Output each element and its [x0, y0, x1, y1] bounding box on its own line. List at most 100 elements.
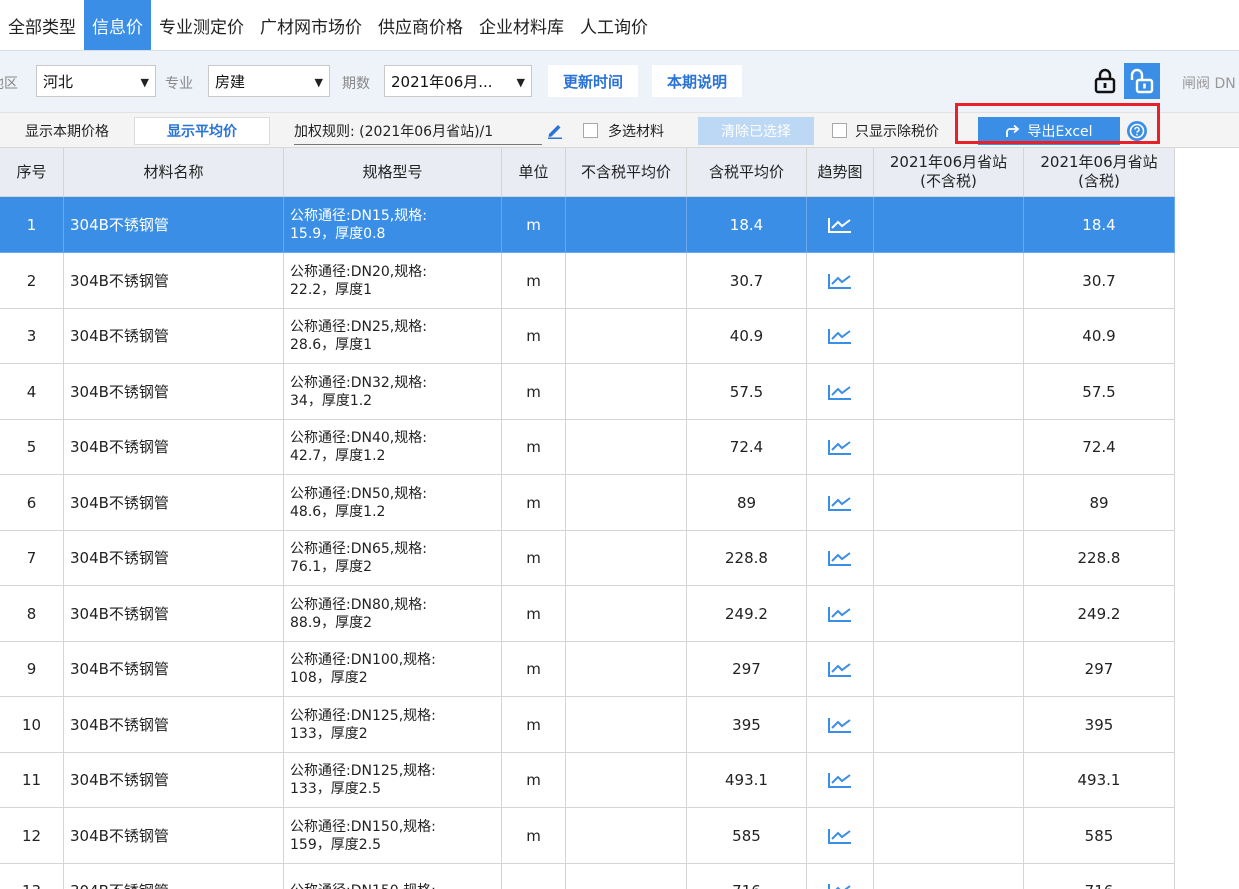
row-trend[interactable]	[807, 863, 874, 889]
row-index: 7	[0, 530, 64, 586]
row-trend[interactable]	[807, 253, 874, 309]
row-spec: 公称通径:DN15,规格: 15.9，厚度0.8	[284, 197, 502, 253]
row-province-ex-tax	[874, 586, 1024, 642]
trend-chart-icon	[828, 717, 851, 733]
row-province-tax: 228.8	[1024, 530, 1175, 586]
clear-selected-button[interactable]: 清除已选择	[698, 117, 814, 145]
row-avg-tax: 249.2	[687, 586, 807, 642]
row-trend[interactable]	[807, 641, 874, 697]
row-trend[interactable]	[807, 364, 874, 420]
row-material-name: 304B不锈钢管	[64, 364, 284, 420]
row-trend[interactable]	[807, 308, 874, 364]
row-province-ex-tax	[874, 697, 1024, 753]
row-avg-tax: 395	[687, 697, 807, 753]
row-avg-ex-tax	[566, 364, 687, 420]
row-trend[interactable]	[807, 697, 874, 753]
row-trend[interactable]	[807, 197, 874, 253]
trend-chart-icon	[828, 439, 851, 455]
row-material-name: 304B不锈钢管	[64, 253, 284, 309]
row-avg-ex-tax	[566, 308, 687, 364]
row-index: 11	[0, 752, 64, 808]
row-index: 5	[0, 419, 64, 475]
tab-supplier-price[interactable]: 供应商价格	[370, 0, 471, 50]
period-label: 期数	[342, 76, 370, 92]
row-province-ex-tax	[874, 863, 1024, 889]
row-province-ex-tax	[874, 808, 1024, 864]
header-avg-ex-tax[interactable]: 不含税平均价	[566, 148, 687, 197]
header-trend[interactable]: 趋势图	[807, 148, 874, 197]
header-province-ex-tax[interactable]: 2021年06月省站 (不含税)	[874, 148, 1024, 197]
period-notes-button[interactable]: 本期说明	[652, 65, 742, 97]
update-time-button[interactable]: 更新时间	[548, 65, 638, 97]
tab-manual-inquiry[interactable]: 人工询价	[572, 0, 656, 50]
row-province-tax: 585	[1024, 808, 1175, 864]
region-select[interactable]: 河北 ▼	[36, 65, 156, 97]
row-spec: 公称通径:DN125,规格: 133，厚度2	[284, 697, 502, 753]
trend-chart-icon	[828, 495, 851, 511]
header-province-tax[interactable]: 2021年06月省站 (含税)	[1024, 148, 1175, 197]
header-spec[interactable]: 规格型号	[284, 148, 502, 197]
weight-rule-link[interactable]: 加权规则: (2021年06月省站)/1	[294, 117, 542, 145]
row-trend[interactable]	[807, 808, 874, 864]
row-province-tax: 30.7	[1024, 253, 1175, 309]
row-index: 12	[0, 808, 64, 864]
region-value: 河北	[43, 72, 74, 91]
row-unit: m	[502, 641, 566, 697]
row-province-ex-tax	[874, 530, 1024, 586]
row-province-tax: 72.4	[1024, 419, 1175, 475]
tab-info-price[interactable]: 信息价	[84, 0, 151, 50]
row-index: 9	[0, 641, 64, 697]
row-province-ex-tax	[874, 253, 1024, 309]
row-avg-tax: 57.5	[687, 364, 807, 420]
row-avg-ex-tax	[566, 697, 687, 753]
specialty-label: 专业	[165, 76, 193, 92]
period-value: 2021年06月...	[391, 72, 493, 91]
tab-professional-price[interactable]: 专业测定价	[151, 0, 252, 50]
row-spec: 公称通径:DN50,规格: 48.6，厚度1.2	[284, 475, 502, 531]
row-avg-tax: 716	[687, 863, 807, 889]
table-header: 序号 材料名称 规格型号 单位 不含税平均价 含税平均价 趋势图 2021年06…	[0, 148, 1175, 197]
lock-icon[interactable]	[1087, 65, 1123, 97]
row-trend[interactable]	[807, 475, 874, 531]
row-spec: 公称通径:DN125,规格: 133，厚度2.5	[284, 752, 502, 808]
row-avg-tax: 40.9	[687, 308, 807, 364]
header-avg-tax[interactable]: 含税平均价	[687, 148, 807, 197]
tab-all-types[interactable]: 全部类型	[0, 0, 84, 50]
row-province-tax: 40.9	[1024, 308, 1175, 364]
row-spec: 公称通径:DN32,规格: 34，厚度1.2	[284, 364, 502, 420]
header-material-name[interactable]: 材料名称	[64, 148, 284, 197]
row-index: 8	[0, 586, 64, 642]
edit-pencil-icon[interactable]	[546, 121, 564, 139]
trend-chart-icon	[828, 661, 851, 677]
unlock-icon[interactable]	[1124, 63, 1160, 99]
row-trend[interactable]	[807, 419, 874, 475]
row-trend[interactable]	[807, 586, 874, 642]
row-unit: m	[502, 308, 566, 364]
ex-tax-only-checkbox[interactable]	[832, 123, 847, 138]
multi-select-checkbox[interactable]	[583, 123, 598, 138]
tab-market-price[interactable]: 广材网市场价	[252, 0, 370, 50]
row-trend[interactable]	[807, 530, 874, 586]
row-material-name: 304B不锈钢管	[64, 197, 284, 253]
row-avg-ex-tax	[566, 530, 687, 586]
show-average-price-button[interactable]: 显示平均价	[134, 117, 270, 145]
row-province-tax: 89	[1024, 475, 1175, 531]
row-index: 6	[0, 475, 64, 531]
row-unit: m	[502, 364, 566, 420]
row-material-name: 304B不锈钢管	[64, 419, 284, 475]
tab-enterprise-library[interactable]: 企业材料库	[471, 0, 572, 50]
header-unit[interactable]: 单位	[502, 148, 566, 197]
header-index[interactable]: 序号	[0, 148, 64, 197]
row-avg-ex-tax	[566, 197, 687, 253]
row-material-name: 304B不锈钢管	[64, 586, 284, 642]
row-material-name: 304B不锈钢管	[64, 752, 284, 808]
show-current-price-button[interactable]: 显示本期价格	[4, 117, 130, 145]
trend-chart-icon	[828, 384, 851, 400]
specialty-select[interactable]: 房建 ▼	[208, 65, 330, 97]
row-trend[interactable]	[807, 752, 874, 808]
period-select[interactable]: 2021年06月... ▼	[384, 65, 532, 97]
export-highlight-box	[955, 103, 1160, 144]
trend-chart-icon	[828, 550, 851, 566]
row-index: 13	[0, 863, 64, 889]
row-material-name: 304B不锈钢管	[64, 530, 284, 586]
